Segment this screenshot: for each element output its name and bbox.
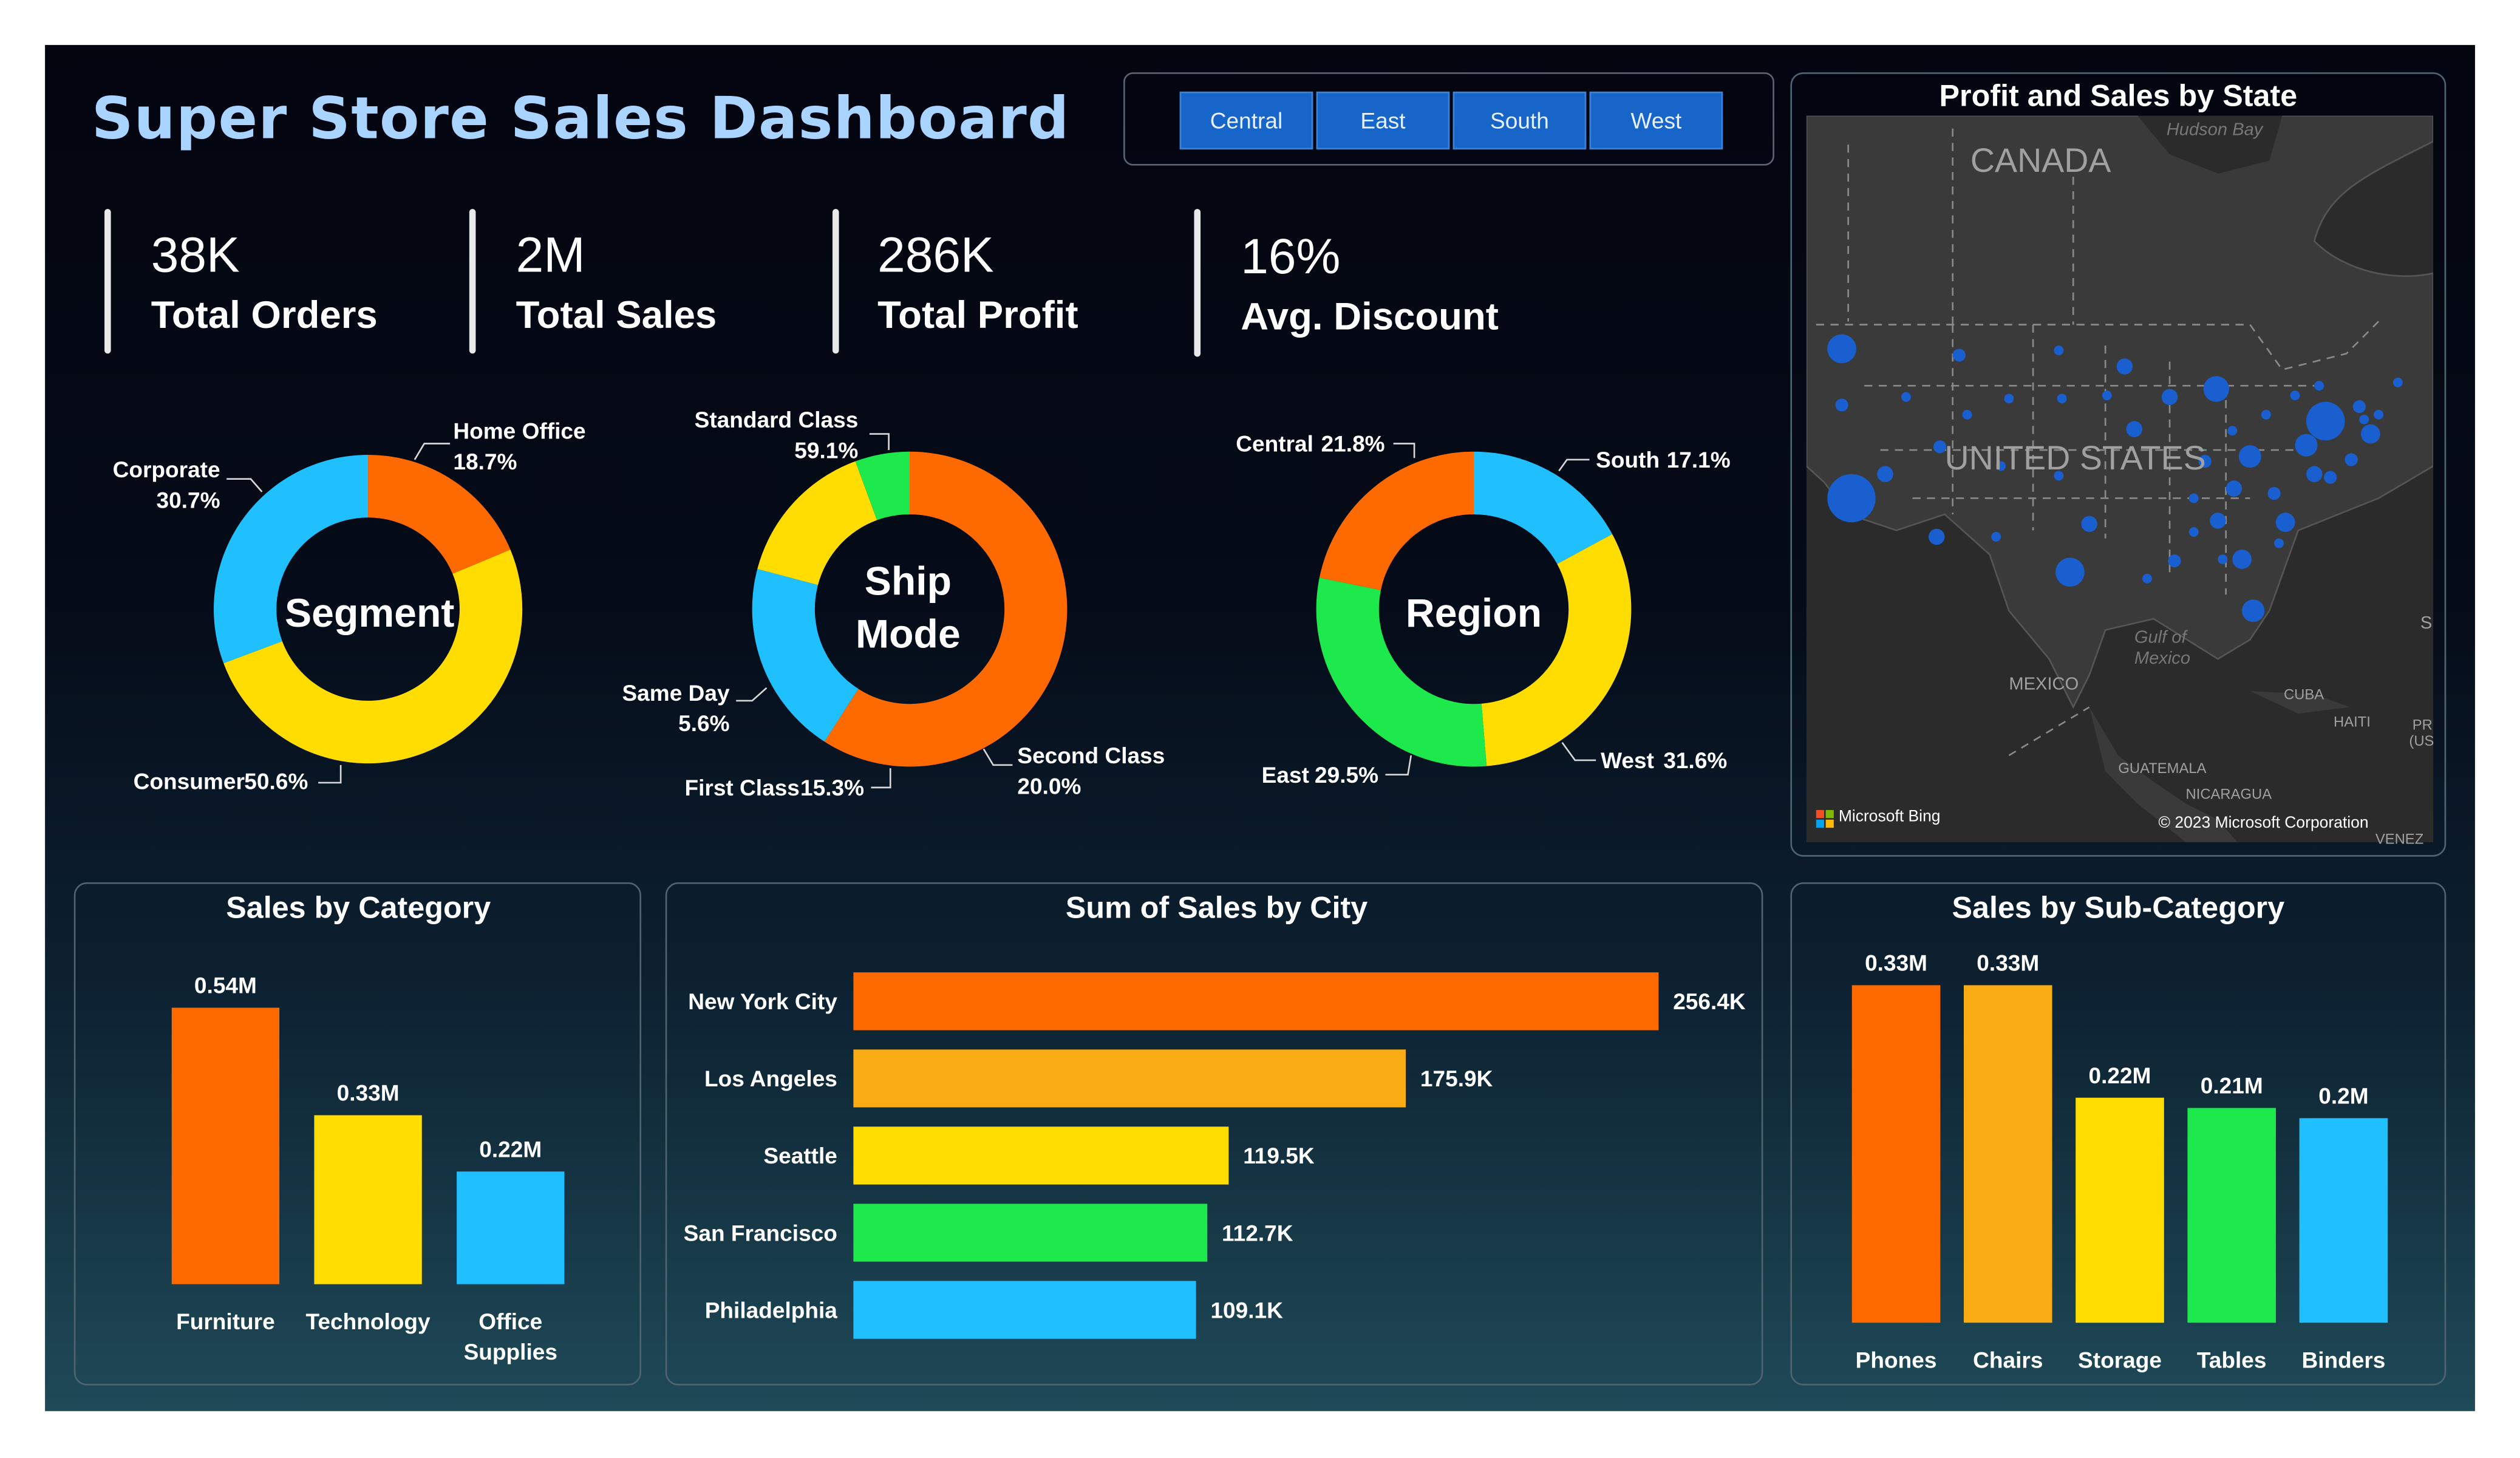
bar-chairs[interactable]: [1964, 985, 2052, 1323]
bar-value-label: 0.2M: [2318, 1083, 2368, 1109]
bar-value-label: 109.1K: [1210, 1297, 1283, 1323]
bar-value-label: 0.54M: [194, 973, 257, 998]
city-tick-label: San Francisco: [684, 1220, 837, 1245]
category-tick-label: Supplies: [464, 1339, 557, 1364]
bar-value-label: 175.9K: [1420, 1066, 1493, 1091]
bar-office-supplies[interactable]: [457, 1171, 565, 1284]
city-tick-label: Seattle: [763, 1143, 837, 1168]
bar-san-francisco[interactable]: [853, 1204, 1208, 1262]
city-tick-label: Philadelphia: [705, 1297, 838, 1323]
bar-tables[interactable]: [2187, 1108, 2276, 1323]
bar-philadelphia[interactable]: [853, 1281, 1196, 1339]
category-tick-label: Furniture: [176, 1309, 275, 1334]
bar-storage[interactable]: [2076, 1097, 2164, 1323]
bar-value-label: 256.4K: [1673, 989, 1746, 1014]
bar-binders[interactable]: [2299, 1118, 2388, 1323]
bar-value-label: 0.33M: [1865, 950, 1927, 976]
category-tick-label: Office: [478, 1309, 542, 1334]
category-tick-label: Binders: [2301, 1347, 2385, 1372]
bar-value-label: 0.22M: [2089, 1063, 2151, 1088]
sales-by-category-chart: 0.54M Furniture 0.33M Technology 0.22M Office…: [171, 973, 565, 1364]
category-tick-label: Tables: [2197, 1347, 2267, 1372]
city-tick-label: New York City: [688, 989, 837, 1014]
bar-phones[interactable]: [1851, 985, 1941, 1323]
bar-los-angeles[interactable]: [853, 1049, 1406, 1108]
sales-by-subcategory-chart: 0.33M Phones 0.33M Chairs 0.22M Storage 0.21M T…: [1851, 950, 2388, 1372]
bar-value-label: 0.33M: [337, 1080, 400, 1106]
category-tick-label: Chairs: [1973, 1347, 2043, 1372]
category-tick-label: Storage: [2078, 1347, 2162, 1372]
bar-value-label: 119.5K: [1243, 1143, 1315, 1168]
bar-value-label: 0.21M: [2201, 1073, 2263, 1099]
bar-value-label: 0.22M: [479, 1136, 542, 1162]
sales-by-city-chart: New York City 256.4K Los Angeles 175.9K Seat…: [684, 972, 1746, 1339]
bar-value-label: 0.33M: [1977, 950, 2039, 976]
category-tick-label: Phones: [1856, 1347, 1937, 1372]
bar-value-label: 112.7K: [1222, 1220, 1293, 1245]
bar-new-york-city[interactable]: [853, 972, 1659, 1030]
bar-technology[interactable]: [314, 1115, 422, 1284]
bar-charts: 0.54M Furniture 0.33M Technology 0.22M Office…: [171, 950, 2388, 1372]
bar-seattle[interactable]: [853, 1126, 1229, 1185]
city-tick-label: Los Angeles: [704, 1066, 837, 1091]
bar-furniture[interactable]: [171, 1007, 280, 1284]
category-tick-label: Technology: [306, 1309, 431, 1334]
